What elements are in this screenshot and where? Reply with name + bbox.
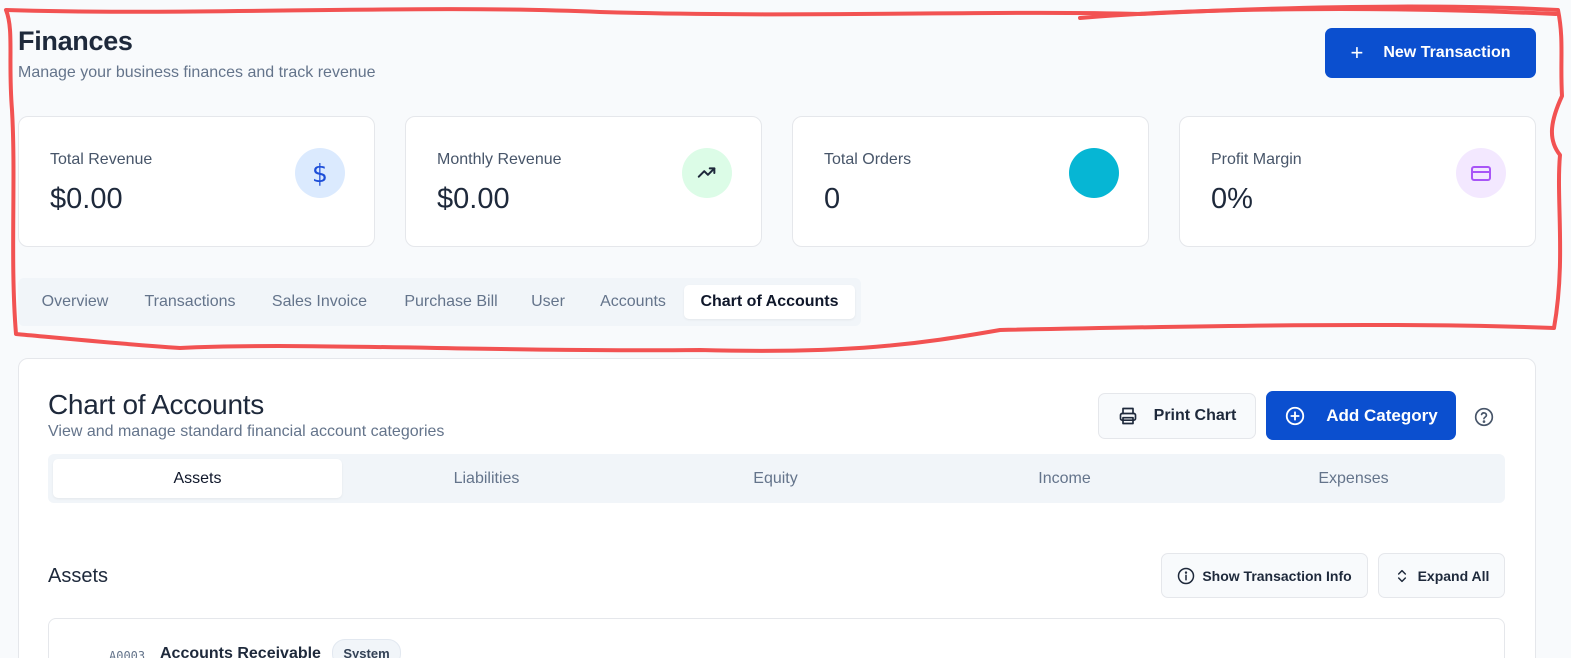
stat-card-monthly-revenue: Monthly Revenue $0.00 <box>405 116 762 247</box>
account-name: Accounts Receivable <box>160 645 321 658</box>
main-tabs: Overview Transactions Sales Invoice Purc… <box>18 278 861 326</box>
card-title: Chart of Accounts <box>48 389 264 420</box>
print-chart-button[interactable]: Print Chart <box>1098 393 1256 439</box>
expand-all-button[interactable]: Expand All <box>1378 553 1505 598</box>
new-transaction-button[interactable]: + New Transaction <box>1325 28 1536 78</box>
tab-sales-invoice[interactable]: Sales Invoice <box>261 285 378 319</box>
plus-icon: + <box>1350 40 1364 65</box>
category-tab-equity[interactable]: Equity <box>631 459 920 498</box>
plus-circle-icon <box>1286 406 1305 425</box>
finances-page: Finances Manage your business finances a… <box>0 0 1571 658</box>
stat-value: 0 <box>824 183 841 215</box>
stat-card-total-orders: Total Orders 0 <box>792 116 1149 247</box>
add-category-label: Add Category <box>1326 405 1438 425</box>
category-tab-income[interactable]: Income <box>920 459 1209 498</box>
show-transaction-info-button[interactable]: Show Transaction Info <box>1161 553 1368 598</box>
printer-icon <box>1119 407 1136 425</box>
category-tab-assets[interactable]: Assets <box>53 459 342 498</box>
account-code: A0003 <box>109 649 146 658</box>
help-icon[interactable] <box>1474 407 1494 427</box>
category-tab-expenses[interactable]: Expenses <box>1209 459 1498 498</box>
stat-label: Profit Margin <box>1211 151 1302 168</box>
stat-value: 0% <box>1211 183 1253 215</box>
tab-transactions[interactable]: Transactions <box>132 285 248 319</box>
card-subtitle: View and manage standard financial accou… <box>48 423 445 440</box>
info-icon <box>1178 567 1195 584</box>
tab-accounts[interactable]: Accounts <box>588 285 678 319</box>
category-tab-liabilities[interactable]: Liabilities <box>342 459 631 498</box>
tab-user[interactable]: User <box>523 285 573 319</box>
chevrons-up-down-icon <box>1397 569 1406 582</box>
tab-chart-of-accounts[interactable]: Chart of Accounts <box>684 285 855 319</box>
category-tabs: Assets Liabilities Equity Income Expense… <box>48 454 1505 503</box>
stat-card-total-revenue: Total Revenue $0.00 $ <box>18 116 375 247</box>
section-title: Assets <box>48 565 109 587</box>
print-chart-label: Print Chart <box>1153 407 1237 424</box>
stat-value: $0.00 <box>50 183 123 215</box>
trending-up-icon <box>682 148 732 198</box>
tab-overview[interactable]: Overview <box>32 285 118 319</box>
expand-all-label: Expand All <box>1417 567 1490 584</box>
page-title: Finances <box>18 26 133 56</box>
new-transaction-label: New Transaction <box>1383 44 1511 61</box>
dollar-icon: $ <box>295 148 345 198</box>
system-badge: System <box>332 639 401 658</box>
page-subtitle: Manage your business finances and track … <box>18 64 376 81</box>
stat-label: Total Revenue <box>50 151 153 168</box>
stat-label: Total Orders <box>824 151 912 168</box>
cyan-circle-icon <box>1069 148 1119 198</box>
stat-value: $0.00 <box>437 183 510 215</box>
tab-purchase-bill[interactable]: Purchase Bill <box>394 285 508 319</box>
stat-label: Monthly Revenue <box>437 151 562 168</box>
add-category-button[interactable]: Add Category <box>1266 391 1456 440</box>
stat-card-profit-margin: Profit Margin 0% <box>1179 116 1536 247</box>
card-icon <box>1456 148 1506 198</box>
show-transaction-info-label: Show Transaction Info <box>1202 567 1352 584</box>
